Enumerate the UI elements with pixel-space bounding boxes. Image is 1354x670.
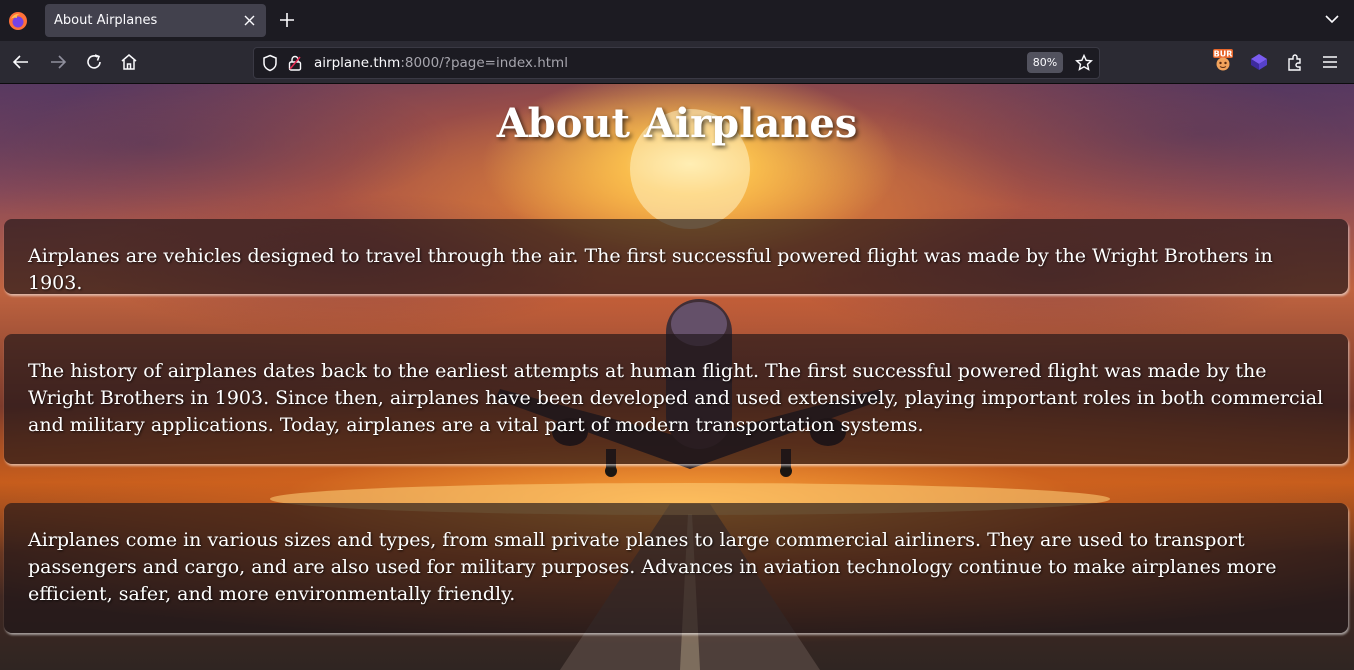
home-icon[interactable] [119, 52, 139, 72]
back-arrow-icon[interactable] [11, 52, 31, 72]
chevron-down-icon[interactable] [1325, 14, 1339, 24]
star-icon[interactable] [1075, 54, 1093, 72]
lock-icon[interactable] [288, 54, 302, 72]
extensions-puzzle-icon[interactable] [1285, 52, 1305, 72]
zoom-level-badge[interactable]: 80% [1027, 52, 1063, 73]
navigation-toolbar: airplane.thm:8000/?page=index.html 80% B… [0, 41, 1354, 84]
hamburger-menu-icon[interactable] [1320, 52, 1340, 72]
card-paragraph: The history of airplanes dates back to t… [28, 360, 1324, 436]
browser-tab[interactable]: About Airplanes [45, 4, 266, 37]
url-bar[interactable]: airplane.thm:8000/?page=index.html 80% [253, 47, 1100, 79]
info-card: Airplanes are vehicles designed to trave… [4, 219, 1348, 294]
plus-icon[interactable] [279, 12, 295, 28]
cube-extension-icon[interactable] [1249, 52, 1269, 72]
info-card: The history of airplanes dates back to t… [4, 334, 1348, 464]
url-text[interactable]: airplane.thm:8000/?page=index.html [314, 55, 568, 71]
close-icon[interactable] [243, 14, 256, 27]
tab-title: About Airplanes [54, 13, 158, 28]
card-paragraph: Airplanes come in various sizes and type… [28, 529, 1277, 605]
info-card: Airplanes come in various sizes and type… [4, 503, 1348, 633]
url-host: airplane.thm [314, 55, 401, 71]
forward-arrow-icon[interactable] [48, 52, 68, 72]
svg-text:BUR: BUR [1214, 50, 1233, 59]
card-paragraph: Airplanes are vehicles designed to trave… [28, 245, 1273, 294]
reload-icon[interactable] [84, 52, 104, 72]
url-path: :8000/?page=index.html [400, 55, 568, 71]
tab-bar: About Airplanes [0, 0, 1354, 41]
burp-extension-icon[interactable]: BUR [1212, 48, 1234, 72]
shield-icon[interactable] [262, 54, 278, 72]
page-viewport: About Airplanes Airplanes are vehicles d… [0, 84, 1354, 670]
page-title: About Airplanes [496, 100, 858, 147]
firefox-logo-icon[interactable] [8, 11, 28, 31]
